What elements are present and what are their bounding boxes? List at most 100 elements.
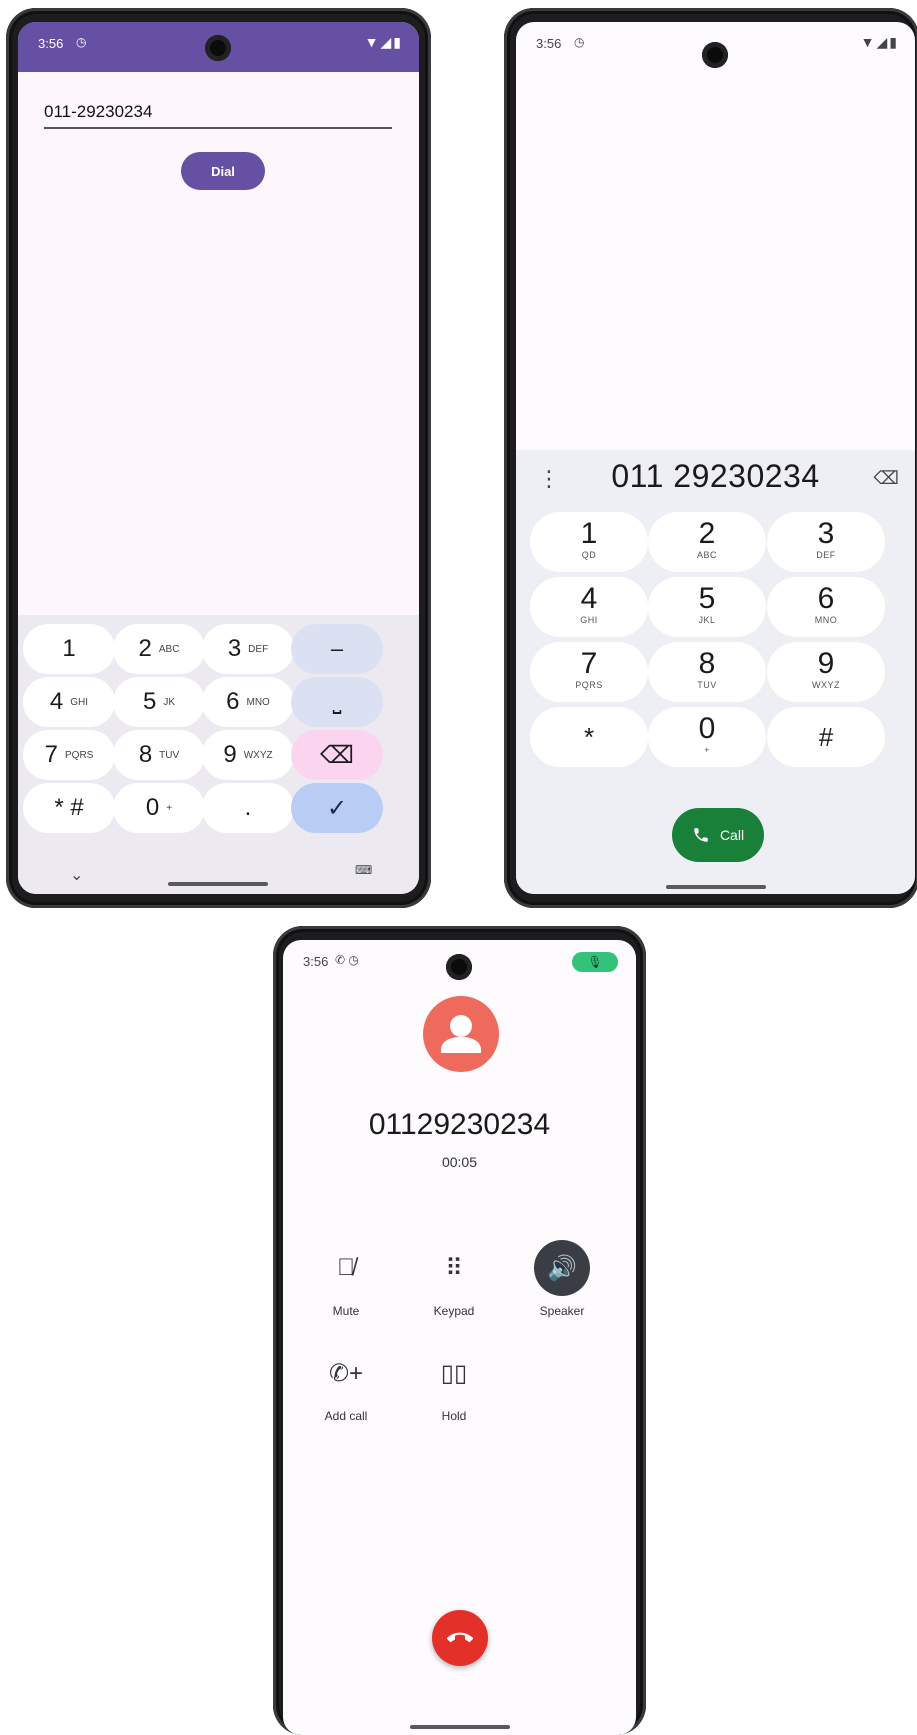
key-sublabel: DEF [248, 643, 269, 655]
key-label: 1 [62, 635, 76, 662]
key-1-0[interactable]: 4 GHI [23, 677, 115, 727]
dial-key-digit: * [583, 722, 595, 752]
dial-key-2[interactable]: 2 ABC [648, 512, 766, 572]
gesture-bar[interactable] [168, 882, 268, 886]
dial-key-0[interactable]: 0 + [648, 707, 766, 767]
key-label: 8 [138, 741, 153, 768]
key-2-1[interactable]: 8 TUV [113, 730, 205, 780]
dial-button[interactable]: Dial [181, 152, 265, 190]
key-0-1[interactable]: 2 ABC [113, 624, 205, 674]
call-status-icon: ✆ ◷ [335, 953, 359, 967]
pause-icon: ▯▯ [440, 1359, 468, 1387]
gesture-bar[interactable] [666, 885, 766, 889]
key-1-3[interactable]: ⎵ [291, 677, 383, 727]
dial-key-6[interactable]: 6 MNO [767, 577, 885, 637]
dial-key-letters: + [704, 745, 710, 755]
dial-key-digit: 5 [698, 582, 716, 615]
mic-in-use-badge: 🎙 [572, 952, 618, 972]
end-call-button[interactable] [432, 1610, 488, 1666]
dial-key-letters: PQRS [575, 680, 603, 690]
dial-key-letters: DEF [816, 550, 836, 560]
front-camera [702, 42, 728, 68]
dial-key-digit: 3 [817, 517, 835, 550]
phone-ime-dial: 3:56 ◷ ▼◢▮ 011-29230234 Dial 1 2 ABC 3 DEF – 4… [6, 8, 431, 908]
key-3-1[interactable]: 0 + [113, 783, 205, 833]
phone-number-field[interactable]: 011-29230234 [44, 98, 392, 129]
dial-key-letters: MNO [814, 615, 838, 625]
call-timer: 00:05 [441, 1154, 478, 1170]
add-call-icon: ✆+ [328, 1359, 364, 1387]
entered-digits: 011 29230234 [611, 458, 820, 494]
dial-key-3[interactable]: 3 DEF [767, 512, 885, 572]
dial-key-letters: ABC [696, 550, 717, 560]
dial-key-letters: WXYZ [812, 680, 840, 690]
dial-key-digit: 9 [817, 647, 835, 680]
key-1-1[interactable]: 5 JK [113, 677, 205, 727]
key-2-0[interactable]: 7 PQRS [23, 730, 115, 780]
dial-key-digit: 4 [580, 582, 598, 615]
key-3-0[interactable]: * # [23, 783, 115, 833]
key-label: ⎵ [332, 689, 342, 714]
key-0-2[interactable]: 3 DEF [202, 624, 294, 674]
dial-key-star[interactable]: * [530, 707, 648, 767]
dial-key-9[interactable]: 9 WXYZ [767, 642, 885, 702]
key-label: 9 [223, 741, 237, 768]
key-0-3[interactable]: – [291, 624, 383, 674]
signal-battery-icon: ▼◢▮ [860, 34, 899, 50]
front-camera [446, 954, 472, 980]
alarm-icon: ◷ [76, 35, 87, 49]
keypad-button[interactable]: ⠿ Keypad [409, 1240, 499, 1319]
key-sublabel: TUV [159, 749, 180, 761]
phone-dialer: 3:56 ◷ ▼◢▮ ⋮ 011 29230234 ⌫ Call 1 QD 2 ABC… [504, 8, 917, 908]
key-label: 3 [227, 635, 242, 662]
key-3-2[interactable]: . [202, 783, 294, 833]
key-1-2[interactable]: 6 MNO [202, 677, 294, 727]
key-label: * # [54, 794, 84, 821]
key-sublabel: WXYZ [243, 749, 273, 761]
key-3-3[interactable]: ✓ [291, 783, 383, 833]
control-label: Hold [441, 1409, 467, 1423]
status-time: 3:56 [38, 36, 64, 51]
backspace-icon[interactable]: ⌫ [874, 468, 899, 489]
mute-button[interactable]: 🎙̸ Mute [301, 1240, 391, 1318]
mic-off-icon: 🎙̸ [337, 1254, 355, 1281]
speaker-button[interactable]: 🔊 Speaker [517, 1240, 607, 1318]
status-time: 3:56 [536, 36, 562, 51]
dial-key-1[interactable]: 1 QD [530, 512, 648, 572]
status-time: 3:56 [303, 954, 329, 969]
dial-key-7[interactable]: 7 PQRS [530, 642, 648, 702]
key-2-3[interactable]: ⌫ [291, 730, 383, 780]
screen: 3:56 ◷ ▼◢▮ 011-29230234 Dial 1 2 ABC 3 DEF – 4… [18, 22, 419, 894]
key-sublabel: JK [163, 696, 176, 708]
key-2-2[interactable]: 9 WXYZ [202, 730, 294, 780]
alarm-icon: ◷ [574, 35, 585, 49]
dial-key-letters: TUV [697, 680, 717, 690]
dial-key-digit: # [818, 722, 834, 752]
hold-button[interactable]: ▯▯ Hold [409, 1345, 499, 1424]
key-label: . [244, 794, 252, 821]
key-0-0[interactable]: 1 [23, 624, 115, 674]
add-call-button[interactable]: ✆+ Add call [301, 1345, 391, 1424]
dial-key-digit: 8 [698, 647, 716, 680]
key-label: 2 [138, 635, 152, 662]
keyboard-icon[interactable]: ⌨ [355, 863, 372, 877]
chevron-down-icon[interactable]: ⌄ [70, 865, 83, 885]
screen: 3:56 ✆ ◷ 🎙 01129230234 00:05 🎙̸ Mute ⠿ Keyp… [283, 940, 636, 1735]
gesture-bar[interactable] [410, 1725, 510, 1729]
key-label: ⌫ [320, 741, 354, 769]
key-label: ✓ [326, 794, 348, 822]
key-label: 5 [142, 688, 157, 715]
key-sublabel: MNO [246, 696, 270, 708]
front-camera [205, 35, 231, 61]
dial-key-digit: 7 [580, 647, 598, 680]
dial-key-digit: 2 [698, 517, 716, 550]
call-button[interactable]: Call [672, 808, 764, 862]
dial-key-5[interactable]: 5 JKL [648, 577, 766, 637]
key-label: 4 [49, 688, 64, 715]
dial-key-hash[interactable]: # [767, 707, 885, 767]
dial-key-4[interactable]: 4 GHI [530, 577, 648, 637]
dial-key-letters: QD [581, 550, 597, 560]
dial-key-8[interactable]: 8 TUV [648, 642, 766, 702]
dialpad-icon: ⠿ [445, 1254, 463, 1282]
dial-key-digit: 1 [580, 517, 598, 550]
